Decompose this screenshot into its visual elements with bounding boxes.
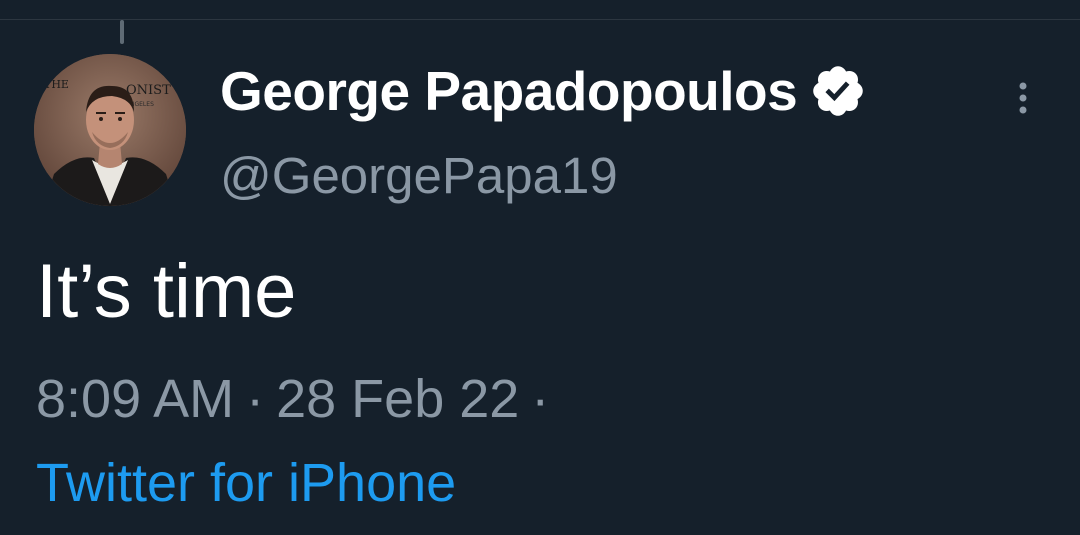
tweet-source-link[interactable]: Twitter for iPhone <box>36 452 456 514</box>
thread-divider <box>0 19 1080 20</box>
display-name[interactable]: George Papadopoulos <box>220 59 798 123</box>
author-name-row[interactable]: George Papadopoulos <box>220 56 867 126</box>
tweet-text: It’s time <box>36 249 297 334</box>
verified-badge-icon <box>813 66 864 116</box>
user-handle[interactable]: @GeorgePapa19 <box>220 146 618 205</box>
tweet-time[interactable]: 8:09 AM <box>36 369 234 429</box>
tweet-meta: 8:09 AM · 28 Feb 22 · <box>36 368 561 430</box>
thread-connector-line <box>120 20 124 44</box>
meta-separator: · <box>531 369 550 429</box>
avatar-backdrop-text-right: ONIST <box>126 83 171 98</box>
avatar-backdrop-text-left: THE <box>44 78 69 91</box>
avatar[interactable]: THE ONIST NGELES <box>34 54 186 206</box>
tweet-date[interactable]: 28 Feb 22 <box>276 369 519 429</box>
avatar-photo: THE ONIST NGELES <box>34 54 186 206</box>
more-vertical-icon[interactable] <box>1008 78 1038 118</box>
meta-separator: · <box>246 369 265 429</box>
